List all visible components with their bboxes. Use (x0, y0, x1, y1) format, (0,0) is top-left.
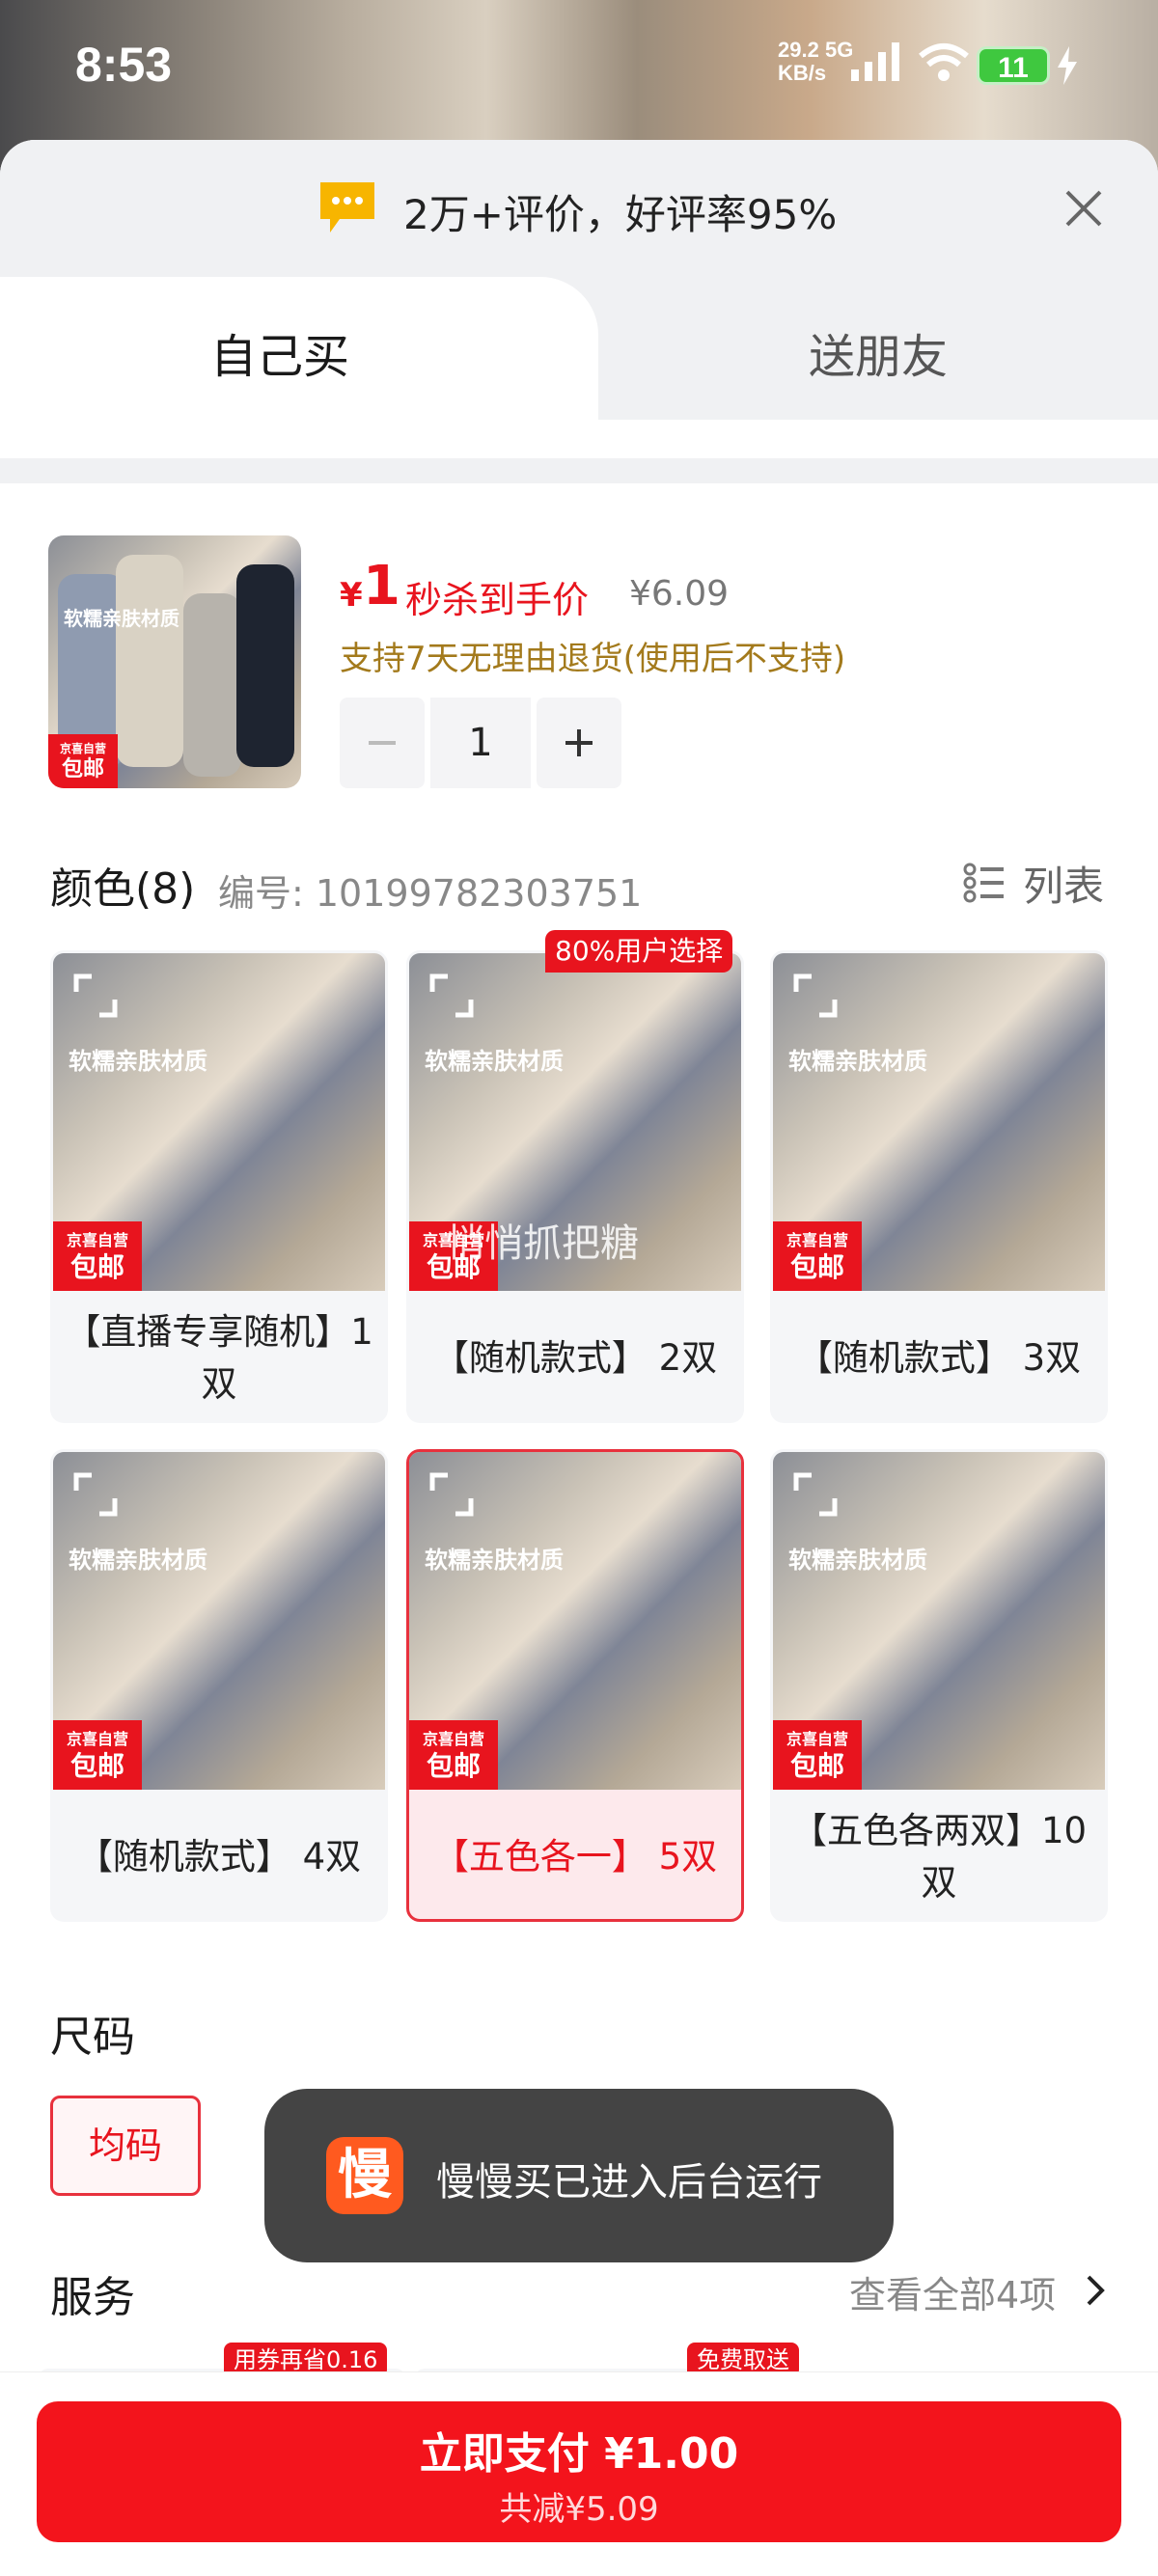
divider (0, 458, 1158, 483)
popular-badge: 80%用户选择 (545, 930, 733, 973)
list-icon (963, 863, 1004, 903)
option-label: 【五色各两双】10双 (790, 1810, 1088, 1904)
list-view-toggle[interactable]: 列表 (963, 854, 1156, 912)
size-title: 尺码 (50, 2013, 135, 2062)
image-caption: 软糯亲肤材质 (69, 1048, 207, 1075)
expand-icon[interactable] (72, 1471, 119, 1518)
color-option[interactable]: 软糯亲肤材质 京喜自营 包邮 【随机款式】 4双 (50, 1449, 388, 1922)
option-image: 软糯亲肤材质 京喜自营 包邮 (773, 1452, 1105, 1790)
footer: 立即支付 ¥1.00 共减¥5.09 (0, 2371, 1158, 2576)
product-photo: 软糯亲肤材质 京喜自营 包邮 (48, 535, 301, 788)
status-time: 8:53 (75, 38, 173, 92)
option-image: 软糯亲肤材质 京喜自营 包邮 (53, 953, 385, 1291)
image-caption: 软糯亲肤材质 (788, 1547, 927, 1574)
return-policy: 支持7天无理由退货(使用后不支持) (340, 640, 846, 678)
color-option[interactable]: 软糯亲肤材质 京喜自营 包邮 【随机款式】 2双 (406, 950, 744, 1423)
size-option-selected[interactable]: 均码 (50, 2096, 201, 2196)
expand-icon[interactable] (428, 1471, 475, 1518)
signal-icon (851, 42, 899, 81)
option-label: 【随机款式】 3双 (796, 1337, 1082, 1379)
background-toast: 慢 慢慢买已进入后台运行 (264, 2089, 894, 2262)
wifi-icon (919, 43, 969, 81)
quantity-value[interactable]: 1 (430, 698, 531, 788)
review-summary[interactable]: 2万+评价，好评率95% (403, 182, 837, 241)
price-value: 1 (363, 555, 400, 617)
tab-buy-self-label[interactable]: 自己买 (0, 318, 560, 386)
status-net-speed: 29.2 5G KB/s (778, 38, 854, 85)
self-operated-badge: 京喜自营 包邮 (53, 1221, 142, 1291)
option-label: 【随机款式】 2双 (432, 1337, 718, 1379)
image-caption: 软糯亲肤材质 (69, 1547, 207, 1574)
image-caption: 软糯亲肤材质 (425, 1048, 564, 1075)
option-image: 软糯亲肤材质 京喜自营 包邮 (773, 953, 1105, 1291)
image-caption: 软糯亲肤材质 (788, 1048, 927, 1075)
toast-text: 慢慢买已进入后台运行 (436, 2160, 822, 2205)
sku-code: 编号: 10199782303751 (218, 872, 643, 915)
image-caption: 软糯亲肤材质 (425, 1547, 564, 1574)
plus-icon (565, 729, 593, 756)
manmanmai-app-icon: 慢 (326, 2137, 403, 2214)
tab-gift-friend[interactable]: 送朋友 (618, 318, 1139, 386)
expand-icon[interactable] (72, 973, 119, 1019)
pay-label: 立即支付 ¥1.00 (419, 2429, 739, 2479)
price-symbol: ¥ (340, 576, 363, 615)
decrease-button[interactable] (340, 698, 425, 788)
self-operated-badge: 京喜自营 包邮 (48, 734, 118, 788)
original-price: ¥6.09 (629, 574, 730, 614)
service-title: 服务 (50, 2273, 135, 2322)
battery-icon: 11 (977, 46, 1050, 85)
service-view-all[interactable]: 查看全部4项 (849, 2265, 1056, 2318)
charging-icon (1058, 46, 1077, 85)
thumb-caption: 软糯亲肤材质 (64, 607, 179, 630)
increase-button[interactable] (537, 698, 621, 788)
live-watermark: 悄悄抓把糖 (446, 1221, 639, 1266)
comment-icon (320, 182, 374, 233)
chevron-right-icon[interactable] (1081, 2271, 1110, 2310)
minus-icon (369, 741, 396, 745)
self-operated-badge: 京喜自营 包邮 (53, 1720, 142, 1790)
status-bar: 8:53 29.2 5G KB/s 11 (0, 0, 1158, 135)
expand-icon[interactable] (792, 1471, 839, 1518)
option-image: 软糯亲肤材质 京喜自营 包邮 (53, 1452, 385, 1790)
color-option-selected[interactable]: 软糯亲肤材质 京喜自营 包邮 【五色各一】 5双 (406, 1449, 744, 1922)
expand-icon[interactable] (792, 973, 839, 1019)
price-label: 秒杀到手价 (405, 579, 590, 621)
color-option[interactable]: 软糯亲肤材质 京喜自营 包邮 【五色各两双】10双 (770, 1449, 1108, 1922)
option-label: 【随机款式】 4双 (76, 1836, 362, 1877)
color-option[interactable]: 软糯亲肤材质 京喜自营 包邮 【直播专享随机】1双 (50, 950, 388, 1423)
self-operated-badge: 京喜自营 包邮 (409, 1720, 498, 1790)
self-operated-badge: 京喜自营 包邮 (773, 1221, 862, 1291)
expand-icon[interactable] (428, 973, 475, 1019)
quantity-stepper: 1 (340, 698, 621, 788)
pay-now-button[interactable]: 立即支付 ¥1.00 共减¥5.09 (37, 2401, 1121, 2542)
close-icon[interactable] (1062, 186, 1106, 231)
self-operated-badge: 京喜自营 包邮 (773, 1720, 862, 1790)
option-label: 【直播专享随机】1双 (65, 1311, 373, 1405)
list-label: 列表 (1023, 863, 1105, 910)
product-thumbnail[interactable]: 软糯亲肤材质 京喜自营 包邮 (48, 535, 301, 788)
color-option[interactable]: 软糯亲肤材质 京喜自营 包邮 【随机款式】 3双 (770, 950, 1108, 1423)
option-label: 【五色各一】 5双 (432, 1836, 718, 1877)
color-title: 颜色(8) (50, 864, 196, 914)
option-image: 软糯亲肤材质 京喜自营 包邮 (409, 1452, 741, 1790)
saving-label: 共减¥5.09 (499, 2490, 659, 2529)
